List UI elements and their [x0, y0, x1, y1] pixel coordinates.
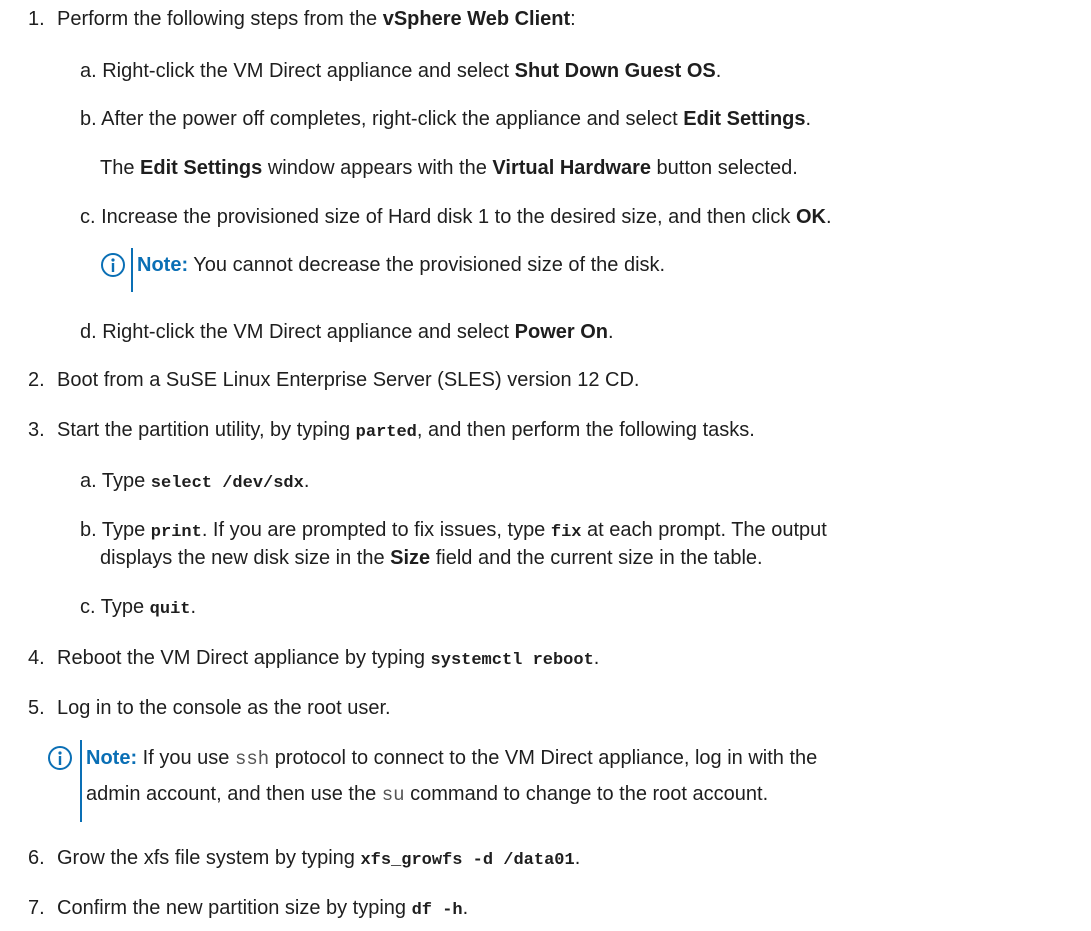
step-1-text: Perform the following steps from the vSp… — [57, 8, 576, 30]
step-1b-text: b. After the power off completes, right-… — [80, 108, 812, 130]
step-1a-text: a. Right-click the VM Direct appliance a… — [80, 60, 722, 82]
step-number: 7. — [28, 897, 45, 919]
step-number: 5. — [28, 697, 45, 719]
step-1d-text: d. Right-click the VM Direct appliance a… — [80, 321, 614, 343]
step-2-text: Boot from a SuSE Linux Enterprise Server… — [57, 369, 640, 391]
step-number: 6. — [28, 847, 45, 869]
note-divider — [80, 740, 82, 822]
step-3c-text: c. Type quit. — [80, 596, 197, 619]
step-number: 1. — [28, 8, 45, 30]
step-number: 2. — [28, 369, 45, 391]
step-4-text: Reboot the VM Direct appliance by typing… — [57, 647, 600, 670]
note-1-text: Note: You cannot decrease the provisione… — [137, 254, 666, 276]
step-number: 4. — [28, 647, 45, 669]
step-3a-text: a. Type select /dev/sdx. — [80, 470, 310, 493]
note-2-line1: Note: If you use ssh protocol to connect… — [86, 747, 818, 770]
step-1b-info: The Edit Settings window appears with th… — [100, 157, 798, 179]
step-1c-text: c. Increase the provisioned size of Hard… — [80, 206, 832, 228]
step-3b-text-line1: b. Type print. If you are prompted to fi… — [80, 519, 827, 542]
step-number: 3. — [28, 419, 45, 441]
step-3b-text-line2: displays the new disk size in the Size f… — [100, 547, 763, 569]
step-5-text: Log in to the console as the root user. — [57, 697, 391, 719]
step-3-text: Start the partition utility, by typing p… — [57, 419, 755, 442]
note-divider — [131, 248, 133, 292]
step-6-text: Grow the xfs file system by typing xfs_g… — [57, 847, 581, 870]
note-2-line2: admin account, and then use the su comma… — [86, 783, 769, 806]
info-icon — [101, 253, 125, 277]
step-7-text: Confirm the new partition size by typing… — [57, 897, 469, 920]
document-page: { "steps": [ {"num": "1.", "parts": ["Pe… — [0, 0, 1091, 931]
info-icon — [48, 746, 72, 770]
